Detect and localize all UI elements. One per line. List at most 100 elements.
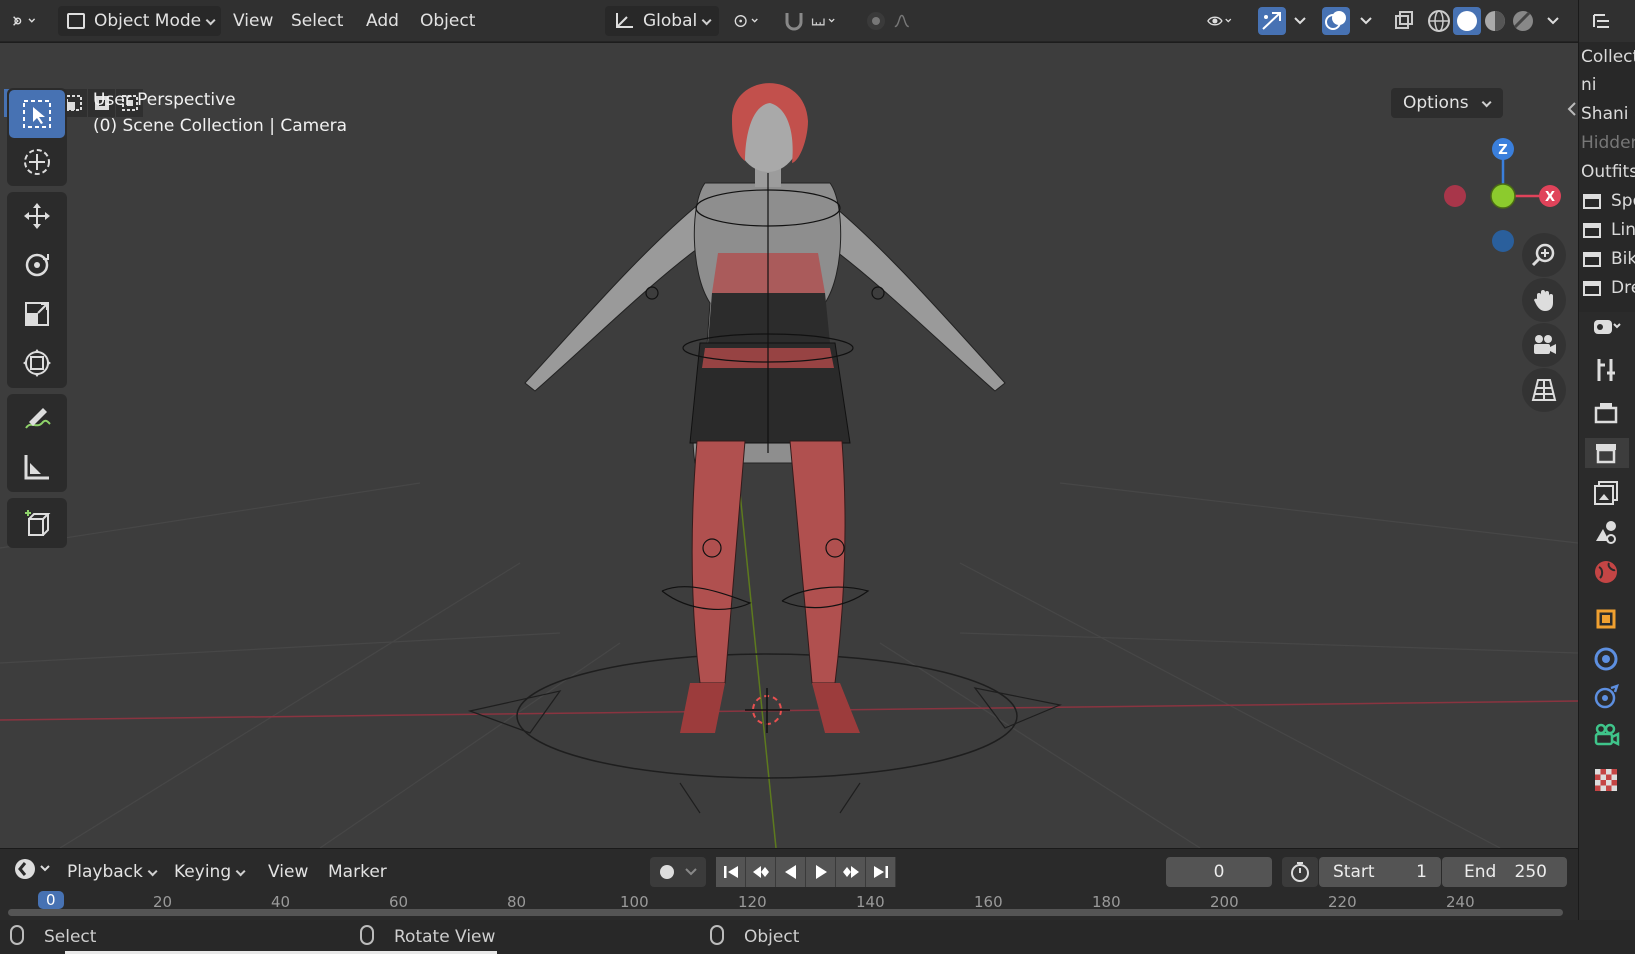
scene-canvas[interactable] [0,43,1578,848]
object-properties-icon[interactable] [1591,604,1621,634]
play-reverse-icon[interactable] [776,857,806,887]
outliner-row[interactable]: Hidden [1581,130,1635,156]
playback-menu[interactable]: Playback [58,857,163,887]
timeline-editor-icon[interactable] [4,857,52,887]
proportional-edit-icon[interactable] [862,7,890,35]
outliner-row[interactable]: Spo [1581,188,1635,214]
gizmo-y-icon [1490,183,1516,209]
menu-view[interactable]: View [224,6,282,36]
orientation-label: Global [643,11,698,31]
rotate-tool[interactable] [7,241,67,289]
jump-end-icon[interactable] [866,857,896,887]
outliner-row-label: Bik [1611,249,1635,269]
marker-menu[interactable]: Marker [319,857,396,887]
xray-toggle-icon[interactable] [1390,7,1418,35]
timeline-ruler[interactable]: 0 20 40 60 80 100 120 140 160 180 200 22… [0,891,1578,919]
output-properties-icon[interactable] [1585,438,1629,468]
material-shading-icon[interactable] [1481,7,1509,35]
overlays-toggle-icon[interactable] [1322,7,1350,35]
start-frame-field[interactable]: Start 1 [1319,857,1441,887]
measure-tool[interactable] [7,443,67,491]
outliner-row[interactable]: Lin [1581,217,1635,243]
menu-select[interactable]: Select [282,6,352,36]
chevron-down-icon [147,866,158,877]
chevron-down-icon[interactable] [1539,7,1561,35]
prev-keyframe-icon[interactable] [746,857,776,887]
falloff-icon[interactable] [892,7,932,35]
collection-icon [1583,194,1601,209]
visibility-eye-icon[interactable] [1206,7,1250,35]
scale-tool[interactable] [7,290,67,338]
chevron-down-icon [235,866,246,877]
outliner-row-label: Spo [1611,191,1635,211]
collection-icon [1583,281,1601,296]
view-layer-icon[interactable] [1591,478,1621,508]
outliner-row[interactable]: ni [1581,72,1597,98]
render-properties-icon[interactable] [1591,398,1621,428]
solid-shading-icon[interactable] [1453,7,1481,35]
timeline-scrollbar[interactable] [8,909,1563,916]
timeline-view-menu[interactable]: View [259,857,317,887]
end-value: 250 [1514,862,1547,882]
transform-tool[interactable] [7,339,67,387]
outliner-panel: Collecti ni Shani & Hidden Outfits Spo L… [1578,0,1635,312]
next-keyframe-icon[interactable] [836,857,866,887]
perspective-toggle-icon[interactable] [1522,368,1566,412]
camera-view-icon[interactable] [1522,323,1566,367]
orientation-dropdown[interactable]: Global [605,6,719,36]
snap-target-icon[interactable] [810,7,854,35]
snap-magnet-icon[interactable] [780,7,808,35]
record-icon [660,865,674,879]
world-properties-icon[interactable] [1591,557,1621,587]
editor-type-icon[interactable] [8,7,48,35]
toolbar-transform-group [7,192,67,388]
chevron-down-icon[interactable] [1286,7,1308,35]
object-data-camera-icon[interactable] [1591,720,1621,750]
jump-start-icon[interactable] [716,857,746,887]
start-label: Start [1333,862,1375,882]
menu-object[interactable]: Object [411,6,484,36]
tool-properties-icon[interactable] [1591,355,1621,385]
move-tool[interactable] [7,192,67,240]
scene-properties-icon[interactable] [1591,517,1621,547]
pan-hand-icon[interactable] [1522,278,1566,322]
physics-properties-icon[interactable] [1591,682,1621,712]
wireframe-shading-icon[interactable] [1425,7,1453,35]
outliner-row-label: Lin [1611,220,1635,240]
chevron-down-icon [701,15,712,26]
mode-dropdown[interactable]: Object Mode [58,6,222,36]
outliner-row[interactable]: Outfits [1581,159,1635,185]
properties-tabs [1578,312,1635,954]
chevron-down-icon[interactable] [1352,7,1374,35]
current-frame-field[interactable]: 0 [1166,857,1272,887]
playhead-frame[interactable]: 0 [38,891,64,909]
outliner-row[interactable]: Bik [1581,246,1635,272]
gizmo-toggle-icon[interactable] [1258,7,1286,35]
modifier-properties-icon[interactable] [1591,644,1621,674]
cursor-tool[interactable] [7,138,67,186]
play-icon[interactable] [806,857,836,887]
rendered-shading-icon[interactable] [1509,7,1537,35]
viewport-header: Object Mode View Select Add Object Globa… [0,0,1578,42]
zoom-icon[interactable] [1522,233,1566,277]
auto-keying-toggle[interactable] [650,857,706,887]
toolbar-select-group [7,88,67,186]
add-cube-tool[interactable] [7,499,67,547]
texture-properties-icon[interactable] [1591,765,1621,795]
end-frame-field[interactable]: End 250 [1442,857,1567,887]
pivot-point-icon[interactable] [732,7,774,35]
outliner-row[interactable]: Dre [1581,275,1635,301]
annotate-tool[interactable] [7,394,67,442]
menu-add[interactable]: Add [357,6,408,36]
outliner-editor-icon[interactable] [1591,10,1621,34]
outliner-row[interactable]: Shani & [1581,101,1635,127]
keying-menu[interactable]: Keying [165,857,251,887]
3d-viewport[interactable]: User Perspective (0) Scene Collection | … [0,43,1578,848]
outliner-header [1579,0,1635,42]
select-box-tool[interactable] [9,90,65,138]
chevron-left-icon[interactable] [1566,99,1578,119]
mouse-left-icon [10,925,24,945]
stopwatch-icon[interactable] [1282,857,1318,887]
outliner-row[interactable]: Collecti [1581,44,1635,70]
properties-editor-icon[interactable] [1591,312,1621,342]
